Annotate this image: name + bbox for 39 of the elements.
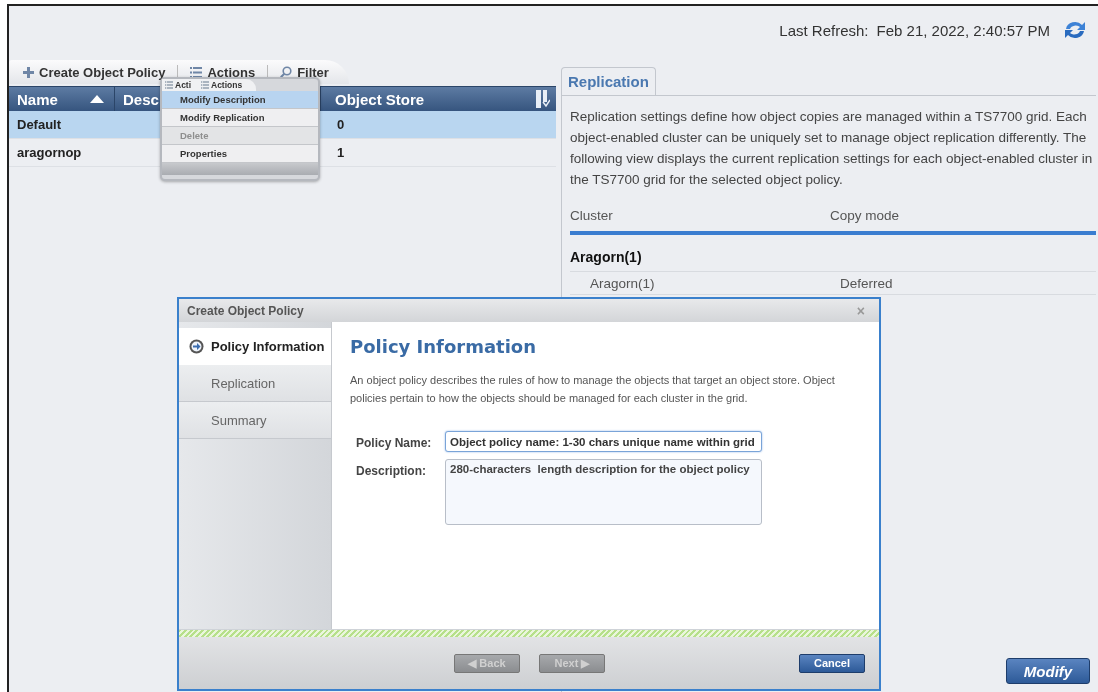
column-header[interactable]: Object Store: [321, 87, 551, 111]
plus-icon: [23, 66, 34, 78]
dialog-title: Create Object Policy: [187, 303, 304, 318]
cancel-button[interactable]: Cancel: [799, 653, 865, 673]
menu-item[interactable]: Modify Replication: [162, 109, 318, 127]
last-refresh-time: Feb 21, 2022, 2:40:57 PM: [876, 21, 1050, 39]
list-icon: [201, 81, 209, 89]
group-title: Aragorn(1): [570, 249, 1096, 272]
table-cell-text: Aragorn(1): [590, 276, 656, 291]
modify-button[interactable]: Modify: [1006, 658, 1090, 684]
table-cell-text: Default: [16, 117, 63, 132]
list-icon: [165, 81, 173, 89]
table-cell-text: aragornop: [16, 145, 83, 160]
wizard-step[interactable]: Policy Information: [179, 328, 331, 365]
table-cell: Deferred: [840, 276, 893, 291]
field-label: Policy Name:: [355, 435, 433, 450]
column-header: Copy mode: [830, 208, 901, 223]
column-header: Cluster: [570, 208, 614, 223]
description-text: Replication settings define how object copies are managed within a TS7700 grid. Each object-enabled cluster can be uniquely set to manage object replication differently. The following view displays the current replication settings for each object-enabled cluster in the TS7700 grid for the selected object policy.: [570, 108, 1094, 189]
arrow-circle-icon: [189, 339, 204, 354]
policy-name-field[interactable]: Object policy name: 1-30 chars unique name within grid: [445, 431, 762, 452]
toolbar-button[interactable]: Filter: [272, 64, 337, 80]
section-heading: Policy Information: [350, 336, 537, 357]
last-refresh-label: Last Refresh:: [779, 21, 869, 39]
tab[interactable]: Replication: [561, 67, 656, 95]
refresh-icon[interactable]: [1062, 19, 1088, 41]
search-icon: [280, 66, 293, 78]
intro-text: An object policy describes the rules of how to manage the objects that target an object store. Object policies pertain to how the objects should be managed for each cluster in the grid.: [350, 373, 836, 406]
table-cell-text: 0: [336, 117, 346, 132]
column-chooser-icon[interactable]: [536, 90, 550, 108]
wizard-step[interactable]: Replication: [179, 365, 331, 402]
description-field[interactable]: 280-characters length description for the object policy: [445, 459, 762, 525]
toolbar-button[interactable]: Create Object Policy: [15, 64, 174, 80]
list-icon: [190, 66, 203, 78]
menu-item[interactable]: Modify Description: [162, 91, 318, 109]
table-cell-text: 1: [336, 145, 346, 160]
field-label: Description:: [355, 463, 427, 478]
menu-item[interactable]: Properties: [162, 145, 318, 163]
wizard-step[interactable]: Summary: [179, 402, 331, 439]
